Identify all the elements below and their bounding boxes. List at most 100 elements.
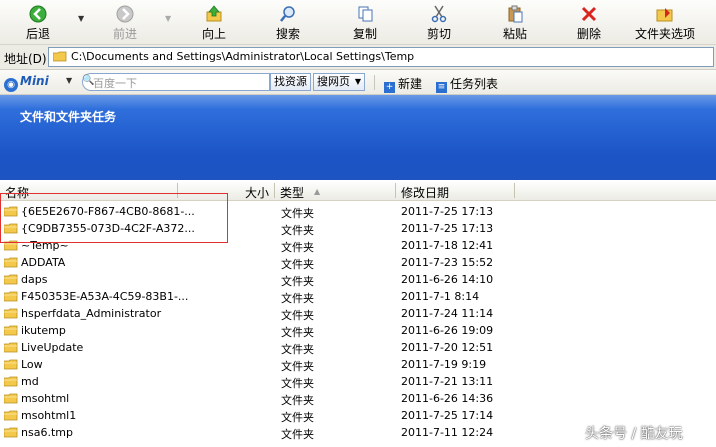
copy-icon: [355, 5, 375, 23]
find-resource-button[interactable]: 找资源: [270, 73, 311, 91]
folder-icon: [3, 257, 18, 268]
folder-icon: [3, 342, 18, 353]
task-list-button[interactable]: ≡ 任务列表: [436, 75, 498, 93]
mini-logo-text: Mini: [20, 74, 49, 88]
table-row[interactable]: LiveUpdate 文件夹 2011-7-20 12:51: [0, 339, 716, 356]
file-type: 文件夹: [281, 360, 314, 373]
task-list-label: 任务列表: [450, 77, 499, 91]
table-row[interactable]: ikutemp 文件夹 2011-6-26 19:09: [0, 322, 716, 339]
forward-button[interactable]: 前进: [105, 3, 145, 41]
file-type: 文件夹: [281, 258, 314, 271]
file-type: 文件夹: [281, 343, 314, 356]
file-name: Low: [21, 358, 43, 371]
search-web-button[interactable]: 搜网页 ▼: [313, 73, 365, 91]
table-row[interactable]: msohtml 文件夹 2011-6-26 14:36: [0, 390, 716, 407]
folder-icon: [3, 308, 18, 319]
file-name: LiveUpdate: [21, 341, 84, 354]
back-dropdown-icon[interactable]: ▼: [78, 14, 84, 23]
folder-options-icon: [655, 5, 675, 23]
column-divider[interactable]: [514, 183, 515, 198]
search-button[interactable]: 搜索: [270, 3, 306, 41]
toolbar: 后退 ▼ 前进 ▼ 向上 搜索 复制 剪切 粘贴 删除 文件夹选项: [0, 0, 716, 45]
file-date: 2011-6-26 14:10: [401, 273, 494, 286]
file-name: msohtml: [21, 392, 70, 405]
scissors-icon: [429, 5, 449, 23]
list-icon: ≡: [436, 82, 447, 93]
file-type: 文件夹: [281, 292, 314, 305]
folder-icon: [3, 359, 18, 370]
file-date: 2011-7-18 12:41: [401, 239, 494, 252]
search-web-label: 搜网页: [317, 75, 350, 88]
address-label: 地址(D): [4, 52, 47, 66]
file-date: 2011-7-21 13:11: [401, 375, 494, 388]
chevron-down-icon: ▼: [354, 77, 361, 86]
up-folder-icon: [204, 5, 224, 23]
folder-icon: [3, 325, 18, 336]
back-arrow-icon: [28, 5, 48, 23]
file-name: msohtml1: [21, 409, 77, 422]
folder-icon: [3, 291, 18, 302]
mini-toolbar: ◉ Mini ▼ 🔍 百度一下 找资源 搜网页 ▼ + 新建 ≡ 任务列表: [0, 70, 716, 95]
mini-logo[interactable]: ◉ Mini: [4, 74, 49, 92]
watermark: 头条号 / 酷友玩: [585, 426, 683, 442]
table-row[interactable]: hsperfdata_Administrator 文件夹 2011-7-24 11:…: [0, 305, 716, 322]
folder-icon: [3, 274, 18, 285]
file-name: daps: [21, 273, 48, 286]
table-row[interactable]: msohtml1 文件夹 2011-7-25 17:14: [0, 407, 716, 424]
file-type: 文件夹: [281, 207, 314, 220]
table-row[interactable]: daps 文件夹 2011-6-26 14:10: [0, 271, 716, 288]
file-type: 文件夹: [281, 241, 314, 254]
table-row[interactable]: md 文件夹 2011-7-21 13:11: [0, 373, 716, 390]
new-label: 新建: [398, 77, 423, 91]
up-button[interactable]: 向上: [196, 3, 232, 41]
table-row[interactable]: ADDATA 文件夹 2011-7-23 15:52: [0, 254, 716, 271]
column-divider[interactable]: [274, 183, 275, 198]
search-icon: [278, 5, 298, 23]
search-placeholder: 百度一下: [93, 77, 137, 90]
column-type[interactable]: 类型: [280, 184, 304, 201]
file-type: 文件夹: [281, 224, 314, 237]
forward-dropdown-icon[interactable]: ▼: [165, 14, 171, 23]
mini-search-input[interactable]: 🔍 百度一下: [82, 73, 270, 91]
mini-dropdown-icon[interactable]: ▼: [66, 76, 72, 85]
file-name: hsperfdata_Administrator: [21, 307, 162, 320]
column-modified[interactable]: 修改日期: [401, 184, 449, 201]
file-type: 文件夹: [281, 326, 314, 339]
file-date: 2011-6-26 19:09: [401, 324, 494, 337]
folder-icon: [3, 427, 18, 438]
file-name: F450353E-A53A-4C59-83B1-...: [21, 290, 189, 303]
task-pane: 文件和文件夹任务: [0, 95, 716, 180]
folder-options-button[interactable]: 文件夹选项: [630, 3, 700, 41]
table-row[interactable]: F450353E-A53A-4C59-83B1-... 文件夹 2011-7-1 8…: [0, 288, 716, 305]
mini-logo-icon: ◉: [4, 78, 18, 92]
table-row[interactable]: Low 文件夹 2011-7-19 9:19: [0, 356, 716, 373]
forward-arrow-icon: [115, 5, 135, 23]
file-date: 2011-7-1 8:14: [401, 290, 480, 303]
copy-button[interactable]: 复制: [347, 3, 383, 41]
new-button[interactable]: + 新建: [384, 75, 422, 93]
file-type: 文件夹: [281, 377, 314, 390]
task-pane-title[interactable]: 文件和文件夹任务: [20, 108, 116, 125]
file-date: 2011-7-19 9:19: [401, 358, 487, 371]
address-bar: 地址(D) C:\Documents and Settings\Administ…: [0, 45, 716, 70]
file-type: 文件夹: [281, 275, 314, 288]
file-date: 2011-7-25 17:13: [401, 222, 494, 235]
file-date: 2011-6-26 14:36: [401, 392, 494, 405]
file-date: 2011-7-11 12:24: [401, 426, 494, 439]
file-type: 文件夹: [281, 309, 314, 322]
file-date: 2011-7-24 11:14: [401, 307, 494, 320]
sort-ascending-icon: ▲: [314, 187, 321, 196]
cut-button[interactable]: 剪切: [421, 3, 457, 41]
folder-icon: [3, 410, 18, 421]
paste-button[interactable]: 粘贴: [497, 3, 533, 41]
delete-button[interactable]: 删除: [571, 3, 607, 41]
file-type: 文件夹: [281, 394, 314, 407]
delete-x-icon: [579, 5, 599, 23]
file-date: 2011-7-25 17:13: [401, 205, 494, 218]
address-input[interactable]: C:\Documents and Settings\Administrator\…: [48, 47, 714, 67]
file-type: 文件夹: [281, 428, 314, 441]
column-divider[interactable]: [395, 183, 396, 198]
back-button[interactable]: 后退: [18, 3, 58, 41]
file-name: ikutemp: [21, 324, 66, 337]
column-size[interactable]: 大小: [245, 184, 269, 201]
